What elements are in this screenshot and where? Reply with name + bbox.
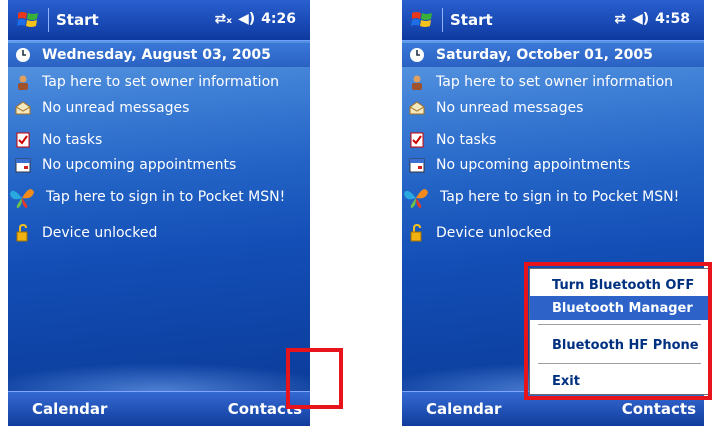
navigation-bar: Start ⇄ₓ ◀︎) 4:26 <box>8 0 310 41</box>
separator <box>48 8 49 32</box>
clock-icon <box>408 46 426 64</box>
today-item-lock[interactable]: Device unlocked <box>402 221 704 245</box>
today-item-appointments[interactable]: No upcoming appointments <box>402 153 704 177</box>
today-item-lock[interactable]: Device unlocked <box>8 221 310 245</box>
today-item-msn[interactable]: Tap here to sign in to Pocket MSN! <box>402 185 704 209</box>
owner-icon <box>408 73 426 91</box>
clock[interactable]: 4:26 <box>261 11 296 27</box>
today-item-label: No upcoming appointments <box>42 157 237 173</box>
mail-icon <box>14 99 32 117</box>
today-item-label: No unread messages <box>436 100 584 116</box>
today-item-label: Tap here to set owner information <box>42 74 280 90</box>
today-item-label: No tasks <box>436 132 497 148</box>
status-area: ⇄ ◀︎) 4:58 <box>614 11 690 27</box>
today-item-messages[interactable]: No unread messages <box>8 96 310 120</box>
today-item-label: No unread messages <box>42 100 190 116</box>
connectivity-icon[interactable]: ⇄ <box>614 11 626 27</box>
softkey-calendar[interactable]: Calendar <box>426 400 501 418</box>
today-item-messages[interactable]: No unread messages <box>402 96 704 120</box>
lock-icon <box>14 224 32 242</box>
clock[interactable]: 4:58 <box>655 11 690 27</box>
separator <box>442 8 443 32</box>
mail-icon <box>408 99 426 117</box>
today-item-tasks[interactable]: No tasks <box>8 128 310 152</box>
volume-icon[interactable]: ◀︎) <box>632 11 649 27</box>
today-item-owner[interactable]: Tap here to set owner information <box>8 70 310 94</box>
softkey-bar: Calendar Contacts <box>8 391 310 426</box>
tasks-icon <box>408 131 426 149</box>
softkey-contacts[interactable]: Contacts <box>622 400 696 418</box>
connectivity-icon[interactable]: ⇄ₓ <box>214 11 232 27</box>
today-date-row[interactable]: Saturday, October 01, 2005 <box>402 43 704 67</box>
today-item-label: Tap here to set owner information <box>436 74 674 90</box>
windows-flag-icon[interactable] <box>16 8 40 32</box>
lock-icon <box>408 224 426 242</box>
tasks-icon <box>14 131 32 149</box>
windows-flag-icon[interactable] <box>410 8 434 32</box>
today-item-appointments[interactable]: No upcoming appointments <box>8 153 310 177</box>
today-item-msn[interactable]: Tap here to sign in to Pocket MSN! <box>8 185 310 209</box>
pocketpc-screen-left: Start ⇄ₓ ◀︎) 4:26 Wednesday, August 03, … <box>8 0 310 426</box>
today-item-label: Device unlocked <box>42 225 158 241</box>
today-item-label: Tap here to sign in to Pocket MSN! <box>440 189 680 205</box>
highlight-box-bluetooth-icon <box>286 348 343 409</box>
owner-icon <box>14 73 32 91</box>
today-date-row[interactable]: Wednesday, August 03, 2005 <box>8 43 310 67</box>
today-item-label: Tap here to sign in to Pocket MSN! <box>46 189 286 205</box>
clock-icon <box>14 46 32 64</box>
volume-icon[interactable]: ◀︎) <box>238 11 255 27</box>
today-item-label: Device unlocked <box>436 225 552 241</box>
start-button[interactable]: Start <box>56 11 99 29</box>
calendar-icon <box>14 156 32 174</box>
calendar-icon <box>408 156 426 174</box>
msn-butterfly-icon <box>402 184 430 210</box>
msn-butterfly-icon <box>8 184 36 210</box>
status-area: ⇄ₓ ◀︎) 4:26 <box>214 11 296 27</box>
softkey-calendar[interactable]: Calendar <box>32 400 107 418</box>
date-label: Saturday, October 01, 2005 <box>436 47 653 63</box>
navigation-bar: Start ⇄ ◀︎) 4:58 <box>402 0 704 41</box>
today-item-label: No upcoming appointments <box>436 157 631 173</box>
highlight-box-bluetooth-menu <box>524 262 712 400</box>
date-label: Wednesday, August 03, 2005 <box>42 47 271 63</box>
today-screen: Wednesday, August 03, 2005 Tap here to s… <box>8 41 310 391</box>
start-button[interactable]: Start <box>450 11 493 29</box>
today-item-label: No tasks <box>42 132 103 148</box>
today-item-tasks[interactable]: No tasks <box>402 128 704 152</box>
today-item-owner[interactable]: Tap here to set owner information <box>402 70 704 94</box>
